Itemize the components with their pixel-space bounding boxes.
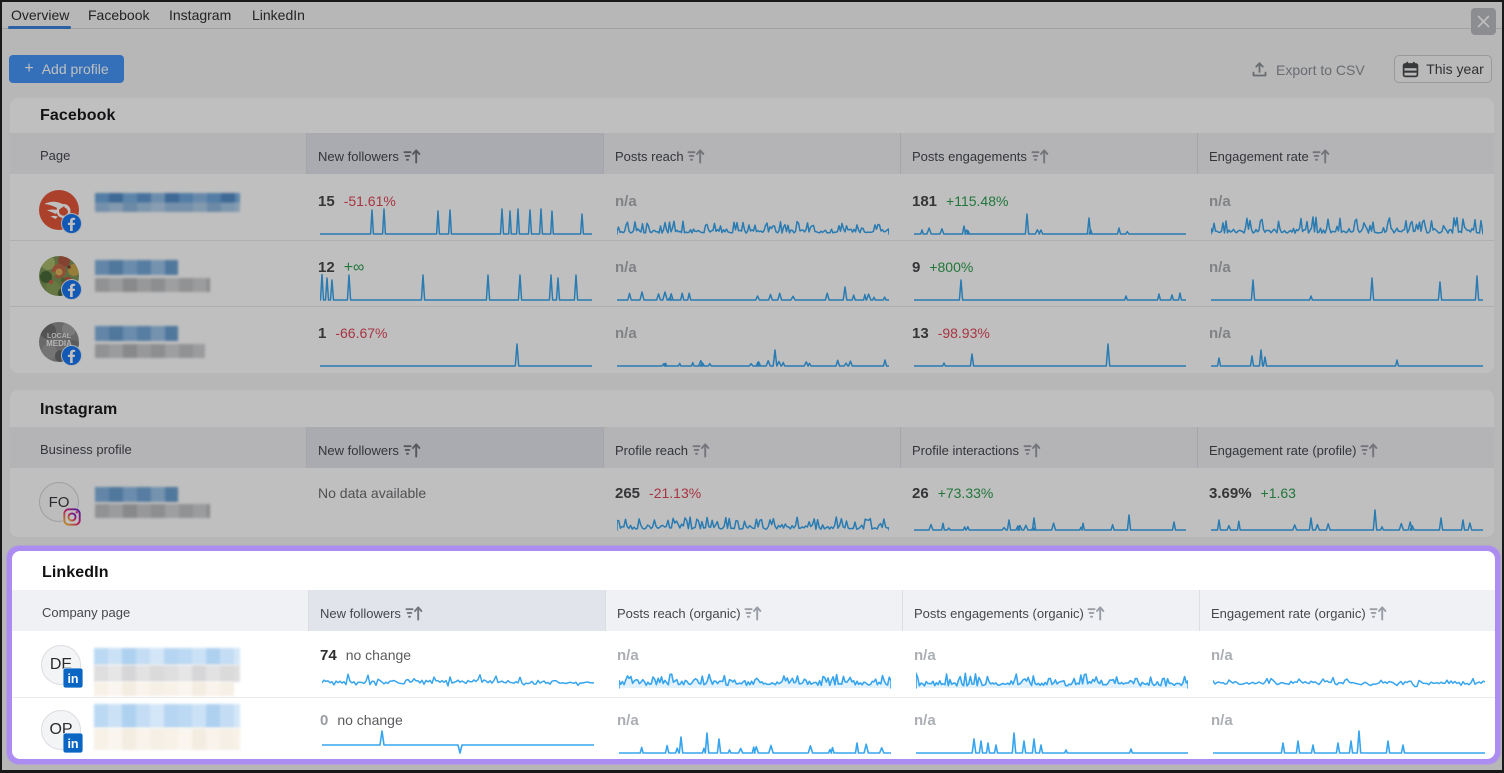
svg-text:in: in (67, 737, 78, 751)
svg-text:in: in (67, 672, 78, 686)
